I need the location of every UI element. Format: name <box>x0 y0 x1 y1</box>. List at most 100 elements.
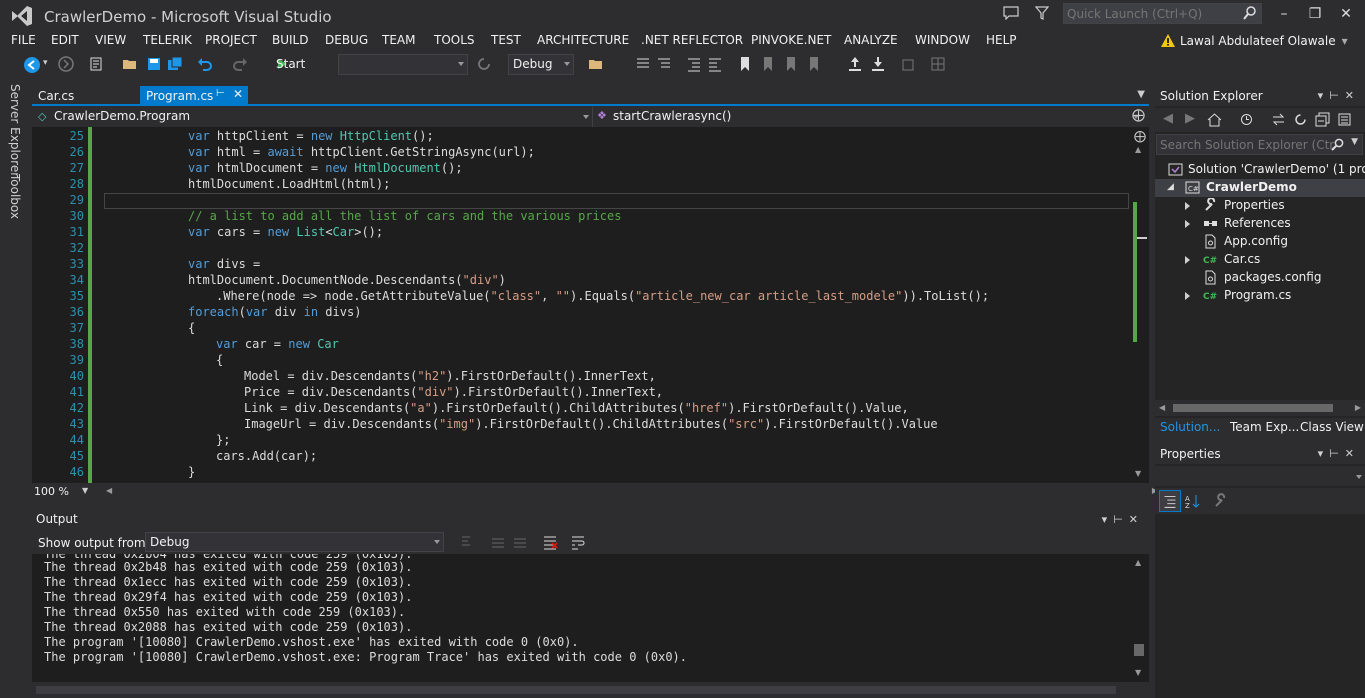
chevron-down-icon[interactable]: ▼ <box>82 486 88 495</box>
tab-car-cs[interactable]: Car.cs <box>32 86 108 106</box>
chevron-down-icon[interactable]: ▾ <box>1342 34 1348 48</box>
refresh-icon[interactable] <box>476 56 492 72</box>
menu-help[interactable]: HELP <box>986 33 1017 47</box>
home-icon[interactable] <box>1207 112 1222 127</box>
tab-program-cs[interactable]: Program.cs ⊢ ✕ <box>140 86 248 106</box>
collapsed-arrow-icon[interactable] <box>1185 202 1190 210</box>
collapsed-arrow-icon[interactable] <box>1185 292 1190 300</box>
member-dropdown[interactable]: ❖ startCrawlerasync() <box>592 107 1142 127</box>
output-vertical-scrollbar[interactable]: ▲ ▼ <box>1129 554 1149 682</box>
redo-icon[interactable] <box>232 56 248 72</box>
panel-controls[interactable]: ▾⊢✕ <box>1318 89 1360 102</box>
split-handle-icon[interactable]: ⨁ <box>1134 129 1146 143</box>
pending-changes-icon[interactable] <box>1239 112 1254 127</box>
alphabetical-icon[interactable]: AZ <box>1185 493 1201 509</box>
solution-explorer-search[interactable]: ▼ <box>1156 134 1363 155</box>
panel-controls[interactable]: ▾⊢✕ <box>1102 513 1144 526</box>
menu-edit[interactable]: EDIT <box>51 33 79 47</box>
next-message-icon[interactable] <box>512 534 528 550</box>
tab-solution-explorer[interactable]: Solution... <box>1160 420 1220 434</box>
scroll-up-icon[interactable]: ▲ <box>1135 558 1141 567</box>
search-icon[interactable] <box>1331 138 1344 151</box>
output-horizontal-scrollbar[interactable] <box>32 682 1149 698</box>
scroll-down-icon[interactable]: ▼ <box>1135 668 1141 677</box>
quick-launch-input[interactable] <box>1067 6 1237 22</box>
increase-indent-icon[interactable] <box>707 56 723 72</box>
panel-controls[interactable]: ▾⊢✕ <box>1318 447 1360 460</box>
menu-team[interactable]: TEAM <box>382 33 415 47</box>
previous-message-icon[interactable] <box>490 534 506 550</box>
navigate-back-icon[interactable] <box>23 56 41 74</box>
chevron-down-icon[interactable]: ▼ <box>1137 89 1145 100</box>
toolbox-tab[interactable]: Toolbox <box>8 174 22 219</box>
publish-icon[interactable] <box>847 56 863 72</box>
solution-platforms-dropdown[interactable] <box>338 54 468 75</box>
scroll-left-icon[interactable]: ◀ <box>106 486 112 495</box>
scroll-right-icon[interactable]: ▶ <box>1355 403 1361 412</box>
scroll-thumb[interactable] <box>1134 644 1144 656</box>
tree-item-properties[interactable]: Properties <box>1155 197 1365 215</box>
scroll-left-icon[interactable]: ◀ <box>1159 403 1165 412</box>
download-icon[interactable] <box>870 56 886 72</box>
scroll-thumb[interactable] <box>1173 404 1333 412</box>
tree-item-packages-config[interactable]: packages.config <box>1155 269 1365 287</box>
bookmark-icon[interactable] <box>737 56 753 72</box>
new-project-icon[interactable] <box>88 56 104 72</box>
menu-pinvoke[interactable]: PINVOKE.NET <box>751 33 831 47</box>
tab-team-explorer[interactable]: Team Exp... <box>1230 420 1299 434</box>
close-icon[interactable]: ✕ <box>233 87 243 101</box>
tree-item-project[interactable]: ◢ C# CrawlerDemo <box>1155 179 1365 197</box>
split-icon[interactable]: ⨁ <box>1132 108 1145 123</box>
menu-view[interactable]: VIEW <box>95 33 126 47</box>
clear-all-icon[interactable] <box>542 534 558 550</box>
quick-launch-box[interactable] <box>1063 3 1262 24</box>
menu-telerik[interactable]: TELERIK <box>143 33 192 47</box>
close-window-button[interactable]: ✕ <box>1334 4 1358 24</box>
find-message-icon[interactable] <box>460 534 476 550</box>
configuration-dropdown[interactable]: Debug <box>508 54 574 75</box>
layout-icon[interactable] <box>930 56 946 72</box>
collapsed-arrow-icon[interactable] <box>1185 220 1190 228</box>
menu-architecture[interactable]: ARCHITECTURE <box>537 33 629 47</box>
code-editor[interactable]: 25 26 27 28 29 30 31 32 33 34 35 36 37 38 39 40 41 42 43 44… <box>32 127 1149 483</box>
scroll-down-icon[interactable]: ▼ <box>1135 469 1141 478</box>
user-account[interactable]: Lawal Abdulateef Olawale ▾ <box>1160 33 1348 48</box>
menu-project[interactable]: PROJECT <box>205 33 257 47</box>
menu-build[interactable]: BUILD <box>272 33 308 47</box>
open-file-icon[interactable] <box>122 56 138 72</box>
scroll-thumb[interactable] <box>1137 237 1147 239</box>
tree-item-program-cs[interactable]: C# Program.cs <box>1155 287 1365 305</box>
properties-object-dropdown[interactable] <box>1155 466 1365 486</box>
back-icon[interactable]: ◀ <box>1163 111 1173 126</box>
tree-item-car-cs[interactable]: C# Car.cs <box>1155 251 1365 269</box>
zoom-level[interactable]: 100 % <box>34 485 69 498</box>
clear-bookmarks-icon[interactable] <box>806 56 822 72</box>
solution-search-input[interactable] <box>1160 137 1335 153</box>
comment-out-icon[interactable] <box>656 56 672 72</box>
menu-window[interactable]: WINDOW <box>915 33 970 47</box>
property-pages-icon[interactable] <box>1213 493 1229 509</box>
new-window-icon[interactable] <box>900 56 916 72</box>
tree-item-solution[interactable]: Solution 'CrawlerDemo' (1 project) <box>1155 161 1365 179</box>
menu-file[interactable]: FILE <box>11 33 36 47</box>
save-all-icon[interactable] <box>167 56 183 72</box>
editor-vertical-scrollbar[interactable]: ⨁ ▲ ▼ <box>1129 127 1149 483</box>
filter-icon[interactable] <box>1035 6 1049 20</box>
chevron-down-icon[interactable]: ▼ <box>1351 137 1358 147</box>
step-over-icon[interactable] <box>635 56 651 72</box>
output-text-area[interactable]: The thread 0x2b04 has exited with code 2… <box>32 554 1129 682</box>
maximize-button[interactable]: ❐ <box>1303 4 1327 24</box>
refresh-icon[interactable] <box>1293 112 1308 127</box>
scroll-up-icon[interactable]: ▲ <box>1135 145 1141 154</box>
menu-net-reflector[interactable]: .NET REFLECTOR <box>641 33 743 47</box>
output-source-dropdown[interactable]: Debug <box>145 532 444 552</box>
server-explorer-tab[interactable]: Server Explorer <box>8 84 22 177</box>
decrease-indent-icon[interactable] <box>686 56 702 72</box>
pin-icon[interactable]: ⊢ <box>216 88 225 99</box>
menu-tools[interactable]: TOOLS <box>434 33 475 47</box>
expanded-arrow-icon[interactable]: ◢ <box>1167 182 1174 192</box>
undo-icon[interactable] <box>197 56 213 72</box>
tab-class-view[interactable]: Class View <box>1300 420 1364 434</box>
minimize-button[interactable]: – <box>1272 4 1296 24</box>
properties-icon[interactable] <box>1337 112 1352 127</box>
